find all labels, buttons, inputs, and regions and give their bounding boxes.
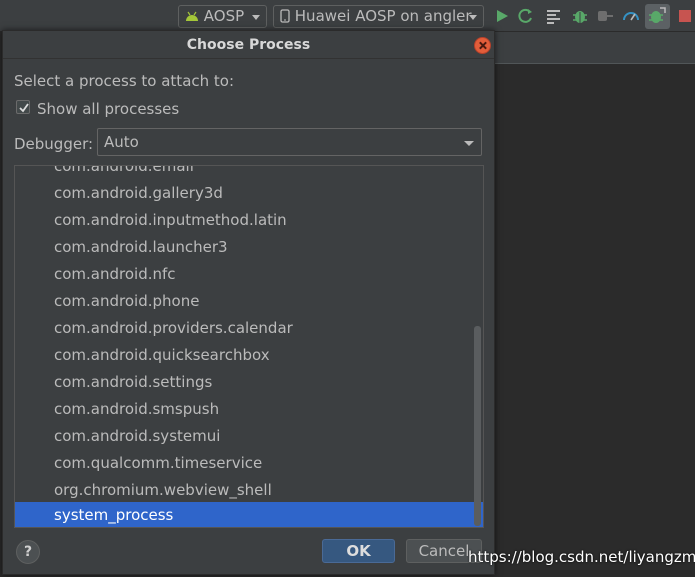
checkmark-icon: [19, 103, 29, 113]
dialog-title-bar: Choose Process: [3, 31, 494, 59]
android-icon: [186, 11, 198, 21]
editor-tab-strip: [495, 32, 695, 64]
attach-debugger-button[interactable]: [645, 4, 670, 29]
module-combo-label: AOSP: [203, 7, 245, 25]
debugger-select-value: Auto: [104, 133, 139, 151]
run-icon[interactable]: [493, 7, 511, 25]
module-combo[interactable]: AOSP: [178, 5, 267, 28]
phone-icon: [280, 9, 290, 23]
debugger-select[interactable]: Auto: [97, 128, 482, 156]
process-item[interactable]: com.qualcomm.timeservice: [15, 450, 483, 477]
show-all-processes-checkbox[interactable]: [16, 100, 30, 114]
main-toolbar: AOSP Huawei AOSP on angler: [0, 0, 695, 32]
dialog-title: Choose Process: [186, 37, 311, 53]
process-item-selected[interactable]: system_process: [15, 502, 483, 527]
apply-changes-icon[interactable]: [517, 7, 535, 25]
process-item[interactable]: com.android.systemui: [15, 423, 483, 450]
chevron-down-icon: [464, 141, 474, 146]
watermark-text: https://blog.csdn.net/liyangzmx: [468, 548, 695, 566]
process-item[interactable]: com.android.providers.calendar: [15, 315, 483, 342]
attach-prompt: Select a process to attach to:: [14, 72, 235, 90]
stop-icon[interactable]: [676, 7, 694, 25]
process-list[interactable]: com.android.email com.android.gallery3d …: [14, 165, 484, 528]
ok-button[interactable]: OK: [322, 539, 395, 563]
debugger-label: Debugger:: [14, 135, 94, 153]
close-icon[interactable]: [474, 37, 491, 54]
process-item[interactable]: com.android.nfc: [15, 261, 483, 288]
profile-icon[interactable]: [622, 7, 640, 25]
process-item[interactable]: org.chromium.webview_shell: [15, 477, 483, 504]
debug-icon[interactable]: [571, 7, 589, 25]
logcat-icon[interactable]: [545, 7, 563, 25]
help-button[interactable]: ?: [16, 540, 40, 564]
device-combo[interactable]: Huawei AOSP on angler: [273, 5, 484, 28]
process-item[interactable]: com.android.quicksearchbox: [15, 342, 483, 369]
device-combo-label: Huawei AOSP on angler: [294, 7, 472, 25]
process-item[interactable]: com.android.smspush: [15, 396, 483, 423]
list-scrollbar[interactable]: [474, 326, 481, 526]
attach-icon[interactable]: [596, 7, 614, 25]
chevron-down-icon: [252, 15, 260, 20]
process-item[interactable]: com.android.inputmethod.latin: [15, 207, 483, 234]
attach-debugger-icon: [649, 7, 666, 23]
process-item[interactable]: com.android.email: [15, 166, 483, 180]
process-item[interactable]: com.android.phone: [15, 288, 483, 315]
chevron-down-icon: [469, 15, 477, 20]
process-item[interactable]: com.android.launcher3: [15, 234, 483, 261]
show-all-processes-label[interactable]: Show all processes: [37, 100, 179, 118]
choose-process-dialog: Choose Process Select a process to attac…: [2, 30, 495, 575]
process-item[interactable]: com.android.gallery3d: [15, 180, 483, 207]
process-item[interactable]: com.android.settings: [15, 369, 483, 396]
